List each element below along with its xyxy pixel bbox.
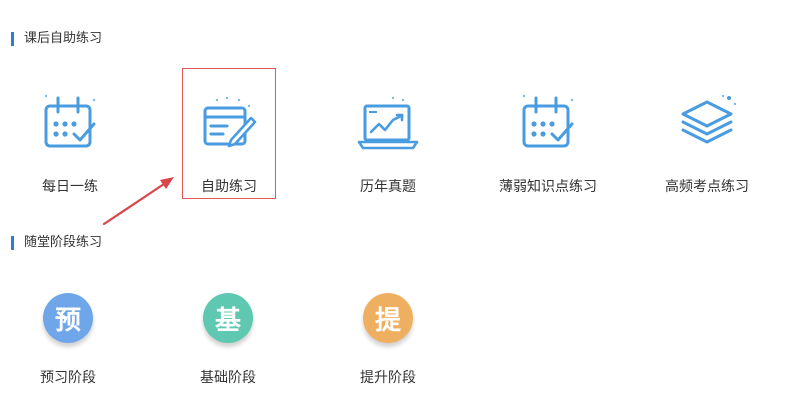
stage-label: 预习阶段: [40, 370, 96, 386]
preview-badge-icon: 预: [43, 293, 93, 343]
advanced-badge-icon: 提: [363, 293, 413, 343]
stage-basic[interactable]: 基 基础阶段: [168, 293, 288, 387]
stage-preview[interactable]: 预 预习阶段: [8, 293, 128, 387]
stage-advanced[interactable]: 提 提升阶段: [328, 293, 448, 387]
section-title-stage-practice: 随堂阶段练习: [11, 236, 102, 250]
stage-label: 提升阶段: [360, 370, 416, 386]
stage-label: 基础阶段: [200, 370, 256, 386]
basic-badge-icon: 基: [203, 293, 253, 343]
